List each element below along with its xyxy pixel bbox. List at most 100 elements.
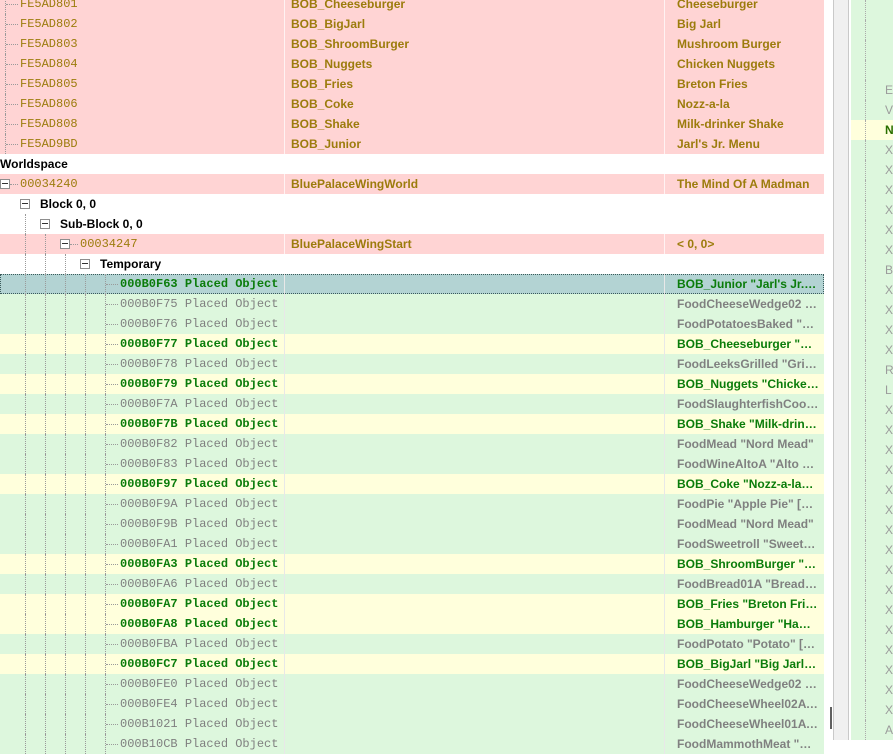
record-view-row: X bbox=[851, 420, 893, 440]
tree-record-row[interactable]: 000B0F82 Placed Object FoodMead "Nord Mea… bbox=[0, 434, 824, 454]
form-id: 000B0F9B Placed Object bbox=[120, 514, 284, 534]
vertical-scrollbar-thumb[interactable] bbox=[830, 707, 832, 729]
tree-record-row[interactable]: 000B0FA1 Placed Object FoodSweetroll "Swe… bbox=[0, 534, 824, 554]
record-view-label: X bbox=[885, 643, 893, 657]
collapse-toggle-icon[interactable] bbox=[60, 239, 70, 249]
form-id: 000B0FA8 bbox=[120, 617, 178, 631]
tree-record-row[interactable]: 000B0F63 Placed Object BOB_Junior "Jarl's… bbox=[0, 274, 824, 294]
tree-connector bbox=[865, 620, 867, 640]
tree-record-row[interactable]: 000B0FE4 Placed Object FoodCheeseWheel02A… bbox=[0, 694, 824, 714]
collapse-toggle-icon[interactable] bbox=[40, 219, 50, 229]
tree-connector bbox=[106, 284, 118, 286]
tree-record-row[interactable]: 000B0F76 Placed Object FoodPotatoesBaked … bbox=[0, 314, 824, 334]
record-name: FoodCheeseWedge02 "Cheese Wedge" bbox=[677, 297, 819, 311]
record-name: BOB_Hamburger "Hamburger" bbox=[677, 617, 819, 631]
tree-connector bbox=[865, 520, 867, 540]
tree-connector bbox=[25, 414, 27, 434]
tree-record-row[interactable]: 000B0F77 Placed Object BOB_Cheeseburger "… bbox=[0, 334, 824, 354]
tree-record-row[interactable]: 000B0F78 Placed Object FoodLeeksGrilled "… bbox=[0, 354, 824, 374]
collapse-toggle-icon[interactable] bbox=[0, 179, 10, 189]
tree-connector bbox=[25, 314, 27, 334]
form-id: 00034247 bbox=[80, 237, 138, 251]
tree-record-row[interactable]: 000B0F75 Placed Object FoodCheeseWedge02 … bbox=[0, 294, 824, 314]
column-divider bbox=[284, 454, 285, 474]
tree-record-row[interactable]: FE5AD802 BOB_BigJarl Big Jarl bbox=[0, 14, 824, 34]
record-view-label: X bbox=[885, 503, 893, 517]
tree-record-row[interactable]: FE5AD805 BOB_Fries Breton Fries bbox=[0, 74, 824, 94]
tree-record-row[interactable]: 000B0F7A Placed Object FoodSlaughterfishC… bbox=[0, 394, 824, 414]
tree-connector bbox=[865, 380, 867, 400]
record-view-row: X bbox=[851, 680, 893, 700]
tree-record-row[interactable]: 000B0FA6 Placed Object FoodBread01A "Brea… bbox=[0, 574, 824, 594]
record-view-label: X bbox=[885, 463, 893, 477]
tree-record-row[interactable]: 000B0FBA Placed Object FoodPotato "Potato… bbox=[0, 634, 824, 654]
tree-record-row[interactable]: FE5AD806 BOB_Coke Nozz-a-la bbox=[0, 94, 824, 114]
tree-record-row[interactable]: FE5AD804 BOB_Nuggets Chicken Nuggets bbox=[0, 54, 824, 74]
record-view-label: X bbox=[885, 223, 893, 237]
tree-group-row[interactable]: Worldspace bbox=[0, 154, 824, 174]
record-name: BOB_BigJarl "Big Jarl" [ALCH] bbox=[677, 657, 819, 671]
column-divider bbox=[664, 94, 665, 114]
collapse-toggle-icon[interactable] bbox=[20, 199, 30, 209]
record-view-label: X bbox=[885, 203, 893, 217]
tree-record-row[interactable]: 000B0F7B Placed Object BOB_Shake "Milk-dr… bbox=[0, 414, 824, 434]
tree-connector bbox=[106, 664, 118, 666]
tree-connector bbox=[85, 674, 87, 694]
tree-connector bbox=[85, 594, 87, 614]
form-id: 000B0FA1 bbox=[120, 537, 178, 551]
editor-id: BOB_Fries bbox=[291, 77, 354, 91]
tree-connector bbox=[85, 394, 87, 414]
record-view-row: R bbox=[851, 360, 893, 380]
tree-connector bbox=[65, 274, 67, 294]
form-id: 000B0FA3 Placed Object bbox=[120, 554, 284, 574]
tree-record-row[interactable]: 000B0FA3 Placed Object BOB_ShroomBurger "… bbox=[0, 554, 824, 574]
tree-connector bbox=[85, 354, 87, 374]
tree-connector bbox=[85, 494, 87, 514]
record-tree: FE5AD801 BOB_Cheeseburger Cheeseburger FE5A… bbox=[0, 0, 824, 754]
tree-connector bbox=[45, 634, 47, 654]
tree-group-label: Sub-Block 0, 0 bbox=[60, 217, 143, 231]
collapse-toggle-icon[interactable] bbox=[80, 259, 90, 269]
tree-record-row[interactable]: 000B0F9B Placed Object FoodMead "Nord Mea… bbox=[0, 514, 824, 534]
tree-record-row[interactable]: FE5AD9BD BOB_Junior Jarl's Jr. Menu bbox=[0, 134, 824, 154]
record-name: Cheeseburger bbox=[677, 0, 758, 11]
tree-record-row[interactable]: 000B0F9A Placed Object FoodPie "Apple Pie… bbox=[0, 494, 824, 514]
tree-group-row[interactable]: Sub-Block 0, 0 bbox=[0, 214, 824, 234]
tree-record-row[interactable]: 00034240 BluePalaceWingWorld The Mind Of A… bbox=[0, 174, 824, 194]
record-name: FoodCheeseWedge02 "Cheese Wedge" bbox=[677, 677, 819, 691]
form-id: 000B0F76 Placed Object bbox=[120, 314, 284, 334]
tree-connector bbox=[65, 694, 67, 714]
tree-record-row[interactable]: FE5AD803 BOB_ShroomBurger Mushroom Burger bbox=[0, 34, 824, 54]
tree-record-row[interactable]: FE5AD808 BOB_Shake Milk-drinker Shake bbox=[0, 114, 824, 134]
tree-record-row[interactable]: 000B0FA7 Placed Object BOB_Fries "Breton … bbox=[0, 594, 824, 614]
tree-record-row[interactable]: 000B0F83 Placed Object FoodWineAltoA "Alt… bbox=[0, 454, 824, 474]
column-divider bbox=[284, 314, 285, 334]
tree-connector bbox=[106, 584, 118, 586]
tree-group-row[interactable]: Block 0, 0 bbox=[0, 194, 824, 214]
record-view-label: X bbox=[885, 563, 893, 577]
editor-id: BOB_Junior bbox=[291, 137, 362, 151]
tree-record-row[interactable]: 00034247 BluePalaceWingStart < 0, 0> bbox=[0, 234, 824, 254]
tree-record-row[interactable]: FE5AD801 BOB_Cheeseburger Cheeseburger bbox=[0, 0, 824, 14]
form-id: 000B0F83 Placed Object bbox=[120, 454, 284, 474]
form-id: 000B0F7B Placed Object bbox=[120, 414, 284, 434]
tree-connector bbox=[25, 694, 27, 714]
pane-splitter[interactable] bbox=[833, 0, 849, 740]
tree-record-row[interactable]: 000B0FA8 Placed Object BOB_Hamburger "Ham… bbox=[0, 614, 824, 634]
column-divider bbox=[664, 634, 665, 654]
tree-record-row[interactable]: 000B0F97 Placed Object BOB_Coke "Nozz-a-l… bbox=[0, 474, 824, 494]
tree-record-row[interactable]: 000B1021 Placed Object FoodCheeseWheel01A… bbox=[0, 714, 824, 734]
editor-id: BOB_Cheeseburger bbox=[291, 0, 406, 11]
tree-record-row[interactable]: 000B0F79 Placed Object BOB_Nuggets "Chick… bbox=[0, 374, 824, 394]
editor-id: BOB_Nuggets bbox=[291, 57, 373, 71]
tree-group-row[interactable]: Temporary bbox=[0, 254, 824, 274]
tree-record-row[interactable]: 000B0FC7 Placed Object BOB_BigJarl "Big J… bbox=[0, 654, 824, 674]
record-view-row: B bbox=[851, 260, 893, 280]
tree-record-row[interactable]: 000B0FE0 Placed Object FoodCheeseWedge02 … bbox=[0, 674, 824, 694]
tree-connector bbox=[45, 574, 47, 594]
record-name: BOB_Cheeseburger "Cheeseburger" bbox=[677, 337, 819, 351]
tree-connector bbox=[106, 484, 118, 486]
tree-connector bbox=[65, 414, 67, 434]
tree-connector bbox=[865, 660, 867, 680]
tree-record-row[interactable]: 000B10CB Placed Object FoodMammothMeat "M… bbox=[0, 734, 824, 754]
